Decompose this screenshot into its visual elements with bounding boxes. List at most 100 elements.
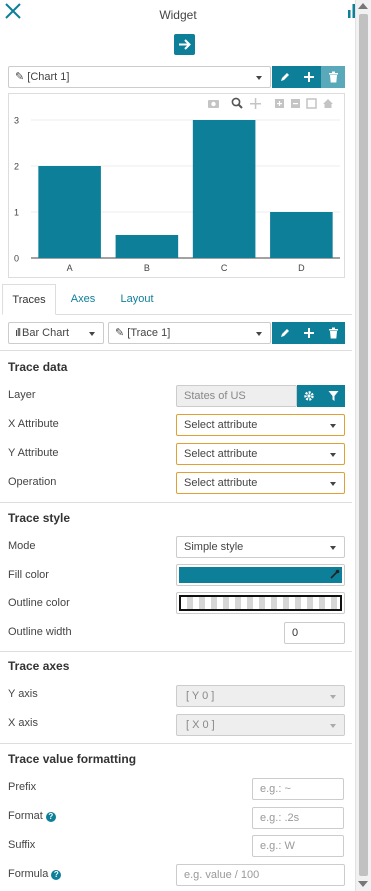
divider <box>0 502 352 503</box>
outline-width-input[interactable]: 0 <box>284 622 345 644</box>
x-attribute-value: Select attribute <box>184 419 258 431</box>
operation-select[interactable]: Select attribute <box>176 472 345 494</box>
layer-settings-button[interactable] <box>297 385 321 407</box>
trace-axes-title: Trace axes <box>8 659 70 673</box>
plus-icon <box>304 328 314 338</box>
y-attribute-label: Y Attribute <box>8 447 59 459</box>
zoom-in-icon[interactable] <box>275 99 284 108</box>
bar-chart-small-icon: ıll <box>15 327 22 339</box>
chart-toolbar <box>208 97 333 109</box>
formatting-title: Trace value formatting <box>8 752 137 766</box>
trace-data-title: Trace data <box>8 360 68 374</box>
tab-bar: Traces Axes Layout <box>2 284 352 315</box>
bar-chart: 0 1 2 3 A B C D <box>14 97 340 273</box>
tab-traces[interactable]: Traces <box>2 284 56 315</box>
x-axis-label: X axis <box>8 717 38 729</box>
chevron-down-icon <box>330 724 336 728</box>
add-trace-button[interactable] <box>297 322 321 344</box>
autoscale-icon[interactable] <box>306 98 317 109</box>
chart-select[interactable]: ✎ [Chart 1] <box>8 66 271 88</box>
edit-chart-button[interactable] <box>272 66 297 88</box>
prefix-label: Prefix <box>8 781 37 793</box>
chevron-down-icon <box>330 424 336 428</box>
pencil-icon <box>280 329 289 337</box>
arrow-right-icon <box>179 39 191 50</box>
trace-style-title: Trace style <box>8 511 71 525</box>
delete-trace-button[interactable] <box>321 322 345 344</box>
zoom-out-icon[interactable] <box>291 99 300 108</box>
header: Widget <box>0 0 356 30</box>
eyedropper-icon <box>330 569 340 579</box>
y-tick-label: 3 <box>14 116 19 126</box>
trace-select[interactable]: ✎ [Trace 1] <box>108 322 271 344</box>
layer-filter-button[interactable] <box>321 385 345 407</box>
gear-icon <box>304 391 314 401</box>
scrollbar[interactable] <box>356 0 371 891</box>
y-axis-select: [ Y 0 ] <box>176 685 345 707</box>
bar-B[interactable] <box>115 235 179 258</box>
x-tick-label: D <box>298 263 305 273</box>
outline-color-picker[interactable] <box>176 592 345 614</box>
fill-color-picker[interactable] <box>176 564 345 586</box>
help-icon[interactable]: ? <box>45 812 56 822</box>
mode-select[interactable]: Simple style <box>176 536 345 558</box>
x-axis-value: [ X 0 ] <box>186 719 215 731</box>
widget-panel: Widget ✎ [Chart 1] 0 1 2 3 A B C D Trace… <box>0 0 356 891</box>
suffix-input[interactable]: e.g.: W <box>252 835 344 857</box>
scrollbar-thumb[interactable] <box>359 14 368 876</box>
help-icon[interactable]: ? <box>51 870 62 880</box>
plus-icon <box>304 72 314 82</box>
format-label: Format? <box>8 810 56 822</box>
edit-trace-button[interactable] <box>272 322 297 344</box>
trace-type-value: Bar Chart <box>22 327 70 339</box>
apply-arrow-button[interactable] <box>174 34 195 55</box>
operation-label: Operation <box>8 476 57 488</box>
x-attribute-select[interactable]: Select attribute <box>176 414 345 436</box>
chevron-down-icon <box>330 482 336 486</box>
zoom-icon[interactable] <box>231 97 243 109</box>
pan-icon[interactable] <box>250 98 261 109</box>
chevron-down-icon <box>330 695 336 699</box>
y-tick-label: 2 <box>14 162 19 172</box>
y-attribute-value: Select attribute <box>184 448 258 460</box>
mode-value: Simple style <box>184 541 244 553</box>
chevron-down-icon <box>89 332 95 336</box>
pencil-small-icon: ✎ <box>15 71 28 83</box>
delete-chart-button[interactable] <box>321 66 345 88</box>
tab-axes[interactable]: Axes <box>64 284 102 315</box>
suffix-label: Suffix <box>8 839 36 851</box>
y-axis-label: Y axis <box>8 688 38 700</box>
y-attribute-select[interactable]: Select attribute <box>176 443 345 465</box>
tab-layout[interactable]: Layout <box>112 284 162 315</box>
pencil-small-icon: ✎ <box>115 327 128 339</box>
camera-icon[interactable] <box>208 100 219 108</box>
formula-label-text: Formula <box>8 868 49 880</box>
x-attribute-label: X Attribute <box>8 418 59 430</box>
prefix-input[interactable]: e.g.: ~ <box>252 778 344 800</box>
bar-D[interactable] <box>270 212 333 258</box>
home-icon[interactable] <box>323 99 333 108</box>
divider <box>0 651 352 652</box>
fill-color-swatch <box>179 567 342 583</box>
bar-A[interactable] <box>38 166 101 258</box>
add-chart-button[interactable] <box>297 66 321 88</box>
chevron-down-icon <box>256 76 262 80</box>
outline-color-label: Outline color <box>8 597 70 609</box>
trace-select-value: [Trace 1] <box>127 327 171 339</box>
chart-bars <box>38 120 333 258</box>
panel-title: Widget <box>159 8 197 22</box>
fill-color-label: Fill color <box>8 569 49 581</box>
chevron-down-icon <box>330 546 336 550</box>
format-input[interactable]: e.g.: .2s <box>252 807 344 829</box>
trash-icon <box>328 327 338 339</box>
chart-select-value: [Chart 1] <box>27 71 70 83</box>
layer-label: Layer <box>8 389 36 401</box>
bar-C[interactable] <box>192 120 256 258</box>
operation-value: Select attribute <box>184 477 258 489</box>
trace-type-select[interactable]: ıll Bar Chart <box>8 322 104 344</box>
scroll-down-arrow-icon[interactable] <box>358 881 368 887</box>
trash-icon <box>328 71 338 83</box>
pencil-icon <box>280 73 289 81</box>
scroll-up-arrow-icon[interactable] <box>358 3 368 9</box>
formula-input[interactable]: e.g. value / 100 <box>176 864 345 886</box>
